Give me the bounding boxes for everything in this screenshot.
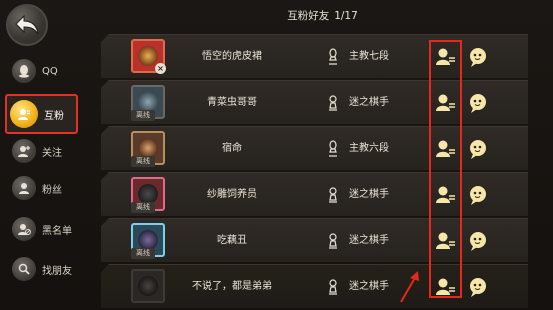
friend-row[interactable]: 离线 吃藕丑 迷之棋手 — [101, 218, 528, 262]
chat-icon — [470, 94, 486, 113]
annotation-arrow-icon — [400, 271, 419, 303]
qq-icon — [12, 59, 36, 83]
bishop-icon — [329, 140, 337, 157]
friend-rank: 迷之棋手 — [349, 281, 389, 292]
friend-name: 纱雕饲养员 — [207, 189, 257, 200]
page-header: 互粉好友 1/17 — [92, 0, 553, 33]
chat-icon — [470, 48, 486, 67]
back-arrow-icon — [15, 14, 39, 35]
sidebar-item-label: 粉丝 — [42, 184, 62, 196]
chat-button[interactable] — [466, 45, 490, 69]
avatar[interactable]: 离线 — [131, 223, 165, 259]
friend-row[interactable]: 离线 纱雕饲养员 迷之棋手 — [101, 172, 528, 216]
avatar[interactable]: × — [131, 39, 166, 74]
sidebar: QQ 互粉 关注 粉丝 黑名单 找朋友 — [0, 0, 92, 310]
chat-button[interactable] — [466, 275, 490, 299]
sidebar-item-label: QQ — [42, 65, 58, 77]
close-icon: × — [155, 63, 166, 74]
blacklist-icon — [12, 217, 36, 241]
friend-row[interactable]: 离线 青菜虫哥哥 迷之棋手 — [101, 80, 528, 124]
pawn-icon — [329, 95, 337, 111]
friend-row[interactable]: 不说了，都是弟弟 迷之棋手 — [101, 264, 528, 308]
offline-badge: 离线 — [131, 156, 155, 167]
friend-rank: 迷之棋手 — [349, 97, 389, 108]
chat-icon — [470, 140, 486, 159]
avatar[interactable] — [131, 269, 165, 303]
chat-button[interactable] — [466, 229, 490, 253]
chat-icon — [470, 186, 486, 205]
friend-name: 不说了，都是弟弟 — [192, 281, 272, 292]
sidebar-item-label: 关注 — [42, 147, 62, 159]
sidebar-item-follow[interactable]: 关注 — [8, 134, 84, 168]
chat-icon — [470, 278, 486, 297]
avatar-image — [138, 138, 158, 158]
follow-icon — [12, 139, 36, 163]
pawn-icon — [329, 233, 337, 249]
friend-name: 悟空的虎皮裙 — [202, 51, 262, 62]
friend-rank: 迷之棋手 — [349, 235, 389, 246]
sidebar-item-qq[interactable]: QQ — [8, 54, 84, 88]
avatar[interactable]: 离线 — [131, 85, 165, 121]
friend-rank: 主教六段 — [349, 143, 389, 154]
sidebar-item-find-friends[interactable]: 找朋友 — [8, 252, 84, 286]
sidebar-item-mutual[interactable]: 互粉 — [5, 94, 78, 134]
avatar-image — [138, 46, 158, 66]
back-button[interactable] — [6, 4, 48, 46]
offline-badge: 离线 — [131, 202, 155, 213]
pawn-icon — [329, 279, 337, 295]
sidebar-item-fans[interactable]: 粉丝 — [8, 171, 84, 205]
friend-count: 1/17 — [334, 10, 358, 22]
chat-button[interactable] — [466, 137, 490, 161]
avatar-image — [138, 276, 158, 296]
offline-badge: 离线 — [131, 248, 155, 259]
annotation-highlight-box — [429, 40, 462, 298]
friend-row[interactable]: 离线 宿命 主教六段 — [101, 126, 528, 170]
avatar[interactable]: 离线 — [131, 131, 165, 167]
friend-row[interactable]: × 悟空的虎皮裙 主教七段 — [101, 34, 528, 78]
sidebar-item-label: 互粉 — [44, 110, 64, 122]
friend-name: 青菜虫哥哥 — [207, 97, 257, 108]
pawn-icon — [329, 187, 337, 203]
mutual-follow-icon — [10, 100, 38, 128]
friend-name: 宿命 — [222, 143, 242, 154]
avatar[interactable]: 离线 — [131, 177, 165, 213]
friend-rank: 迷之棋手 — [349, 189, 389, 200]
search-icon — [12, 257, 36, 281]
friend-name: 吃藕丑 — [217, 235, 247, 246]
avatar-image — [138, 92, 158, 112]
offline-badge: 离线 — [131, 110, 155, 121]
sidebar-item-blacklist[interactable]: 黑名单 — [8, 212, 84, 246]
avatar-image — [138, 184, 158, 204]
friend-rank: 主教七段 — [349, 51, 389, 62]
chat-button[interactable] — [466, 183, 490, 207]
avatar-image — [138, 230, 158, 250]
sidebar-item-label: 黑名单 — [42, 225, 72, 237]
chat-icon — [470, 232, 486, 251]
bishop-icon — [329, 48, 337, 65]
friends-screen: QQ 互粉 关注 粉丝 黑名单 找朋友 互粉好友 1/17 × 悟空的虎皮裙 主… — [0, 0, 553, 310]
sidebar-item-label: 找朋友 — [42, 265, 72, 277]
fans-icon — [12, 176, 36, 200]
page-title: 互粉好友 — [287, 10, 330, 22]
chat-button[interactable] — [466, 91, 490, 115]
